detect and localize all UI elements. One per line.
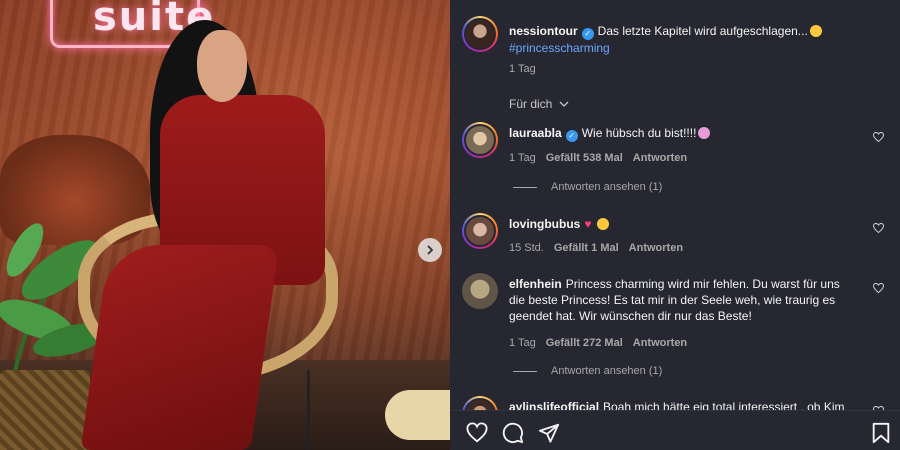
verified-badge-icon: ✓	[581, 28, 594, 40]
comment-likes[interactable]: Gefällt 538 Mal	[546, 152, 623, 164]
view-replies-button[interactable]: Antworten ansehen (1)	[513, 365, 662, 377]
comment-text: Wie hübsch du bist!!!!	[581, 126, 697, 140]
view-replies-label: Antworten ansehen (1)	[551, 181, 663, 193]
comment-like-heart-icon[interactable]	[873, 223, 884, 233]
replies-divider	[513, 186, 537, 188]
heart-eyes-emoji-icon	[596, 218, 609, 230]
comment-like-heart-icon[interactable]	[873, 132, 884, 142]
commenter-username[interactable]: lovingbubus	[509, 217, 580, 231]
reply-button[interactable]: Antworten	[629, 242, 683, 254]
heart-icon[interactable]	[466, 422, 488, 444]
heart-eyes-emoji-icon	[698, 127, 711, 139]
post-photo[interactable]: suite	[0, 0, 450, 450]
verified-badge-icon: ✓	[565, 130, 578, 142]
comment-likes[interactable]: Gefällt 272 Mal	[546, 337, 623, 349]
view-replies-button[interactable]: Antworten ansehen (1)	[513, 181, 662, 193]
comments-list[interactable]: lauraabla ✓ Wie hübsch du bist!!!! 1 Tag Ge…	[450, 110, 900, 410]
red-suit-trousers	[80, 245, 280, 450]
hashtag-link[interactable]: #princesscharming	[509, 41, 610, 55]
caption-text: Das letzte Kapitel wird aufgeschlagen...	[597, 24, 808, 38]
commenter-avatar[interactable]	[462, 396, 498, 410]
commenter-username[interactable]: aylinslifeofficial	[509, 400, 599, 410]
pink-heart-emoji-icon: ♥	[584, 217, 592, 231]
commenter-avatar[interactable]	[462, 122, 498, 158]
commenter-avatar[interactable]	[462, 273, 498, 309]
commenter-username[interactable]: elfenhein	[509, 277, 562, 291]
comment-likes[interactable]: Gefällt 1 Mal	[554, 242, 619, 254]
pleading-face-icon	[809, 25, 822, 37]
replies-divider	[513, 370, 537, 372]
woman-face	[197, 30, 247, 102]
post-action-bar	[450, 410, 900, 450]
chevron-right-icon	[427, 245, 434, 255]
reply-button[interactable]: Antworten	[633, 337, 687, 349]
commenter-avatar[interactable]	[462, 213, 498, 249]
comment-like-heart-icon[interactable]	[873, 283, 884, 293]
chevron-down-icon	[559, 101, 569, 107]
side-table	[385, 390, 450, 440]
next-photo-button[interactable]	[418, 238, 442, 262]
bookmark-icon[interactable]	[870, 422, 892, 444]
comment-sort-dropdown[interactable]: Für dich	[509, 97, 569, 111]
post-time[interactable]: 1 Tag	[509, 63, 536, 75]
share-icon[interactable]	[538, 422, 560, 444]
comment-time[interactable]: 1 Tag	[509, 152, 536, 164]
reply-button[interactable]: Antworten	[633, 152, 687, 164]
sort-label: Für dich	[509, 97, 553, 111]
plant-basket	[0, 370, 90, 450]
comment-icon[interactable]	[502, 422, 524, 444]
author-avatar[interactable]	[462, 16, 498, 52]
commenter-username[interactable]: lauraabla	[509, 126, 562, 140]
post-detail-panel: nessiontour ✓ Das letzte Kapitel wird aufg…	[450, 0, 900, 450]
comment-time[interactable]: 15 Std.	[509, 242, 544, 254]
author-username[interactable]: nessiontour	[509, 24, 578, 38]
comment-text: Boah mich hätte eig total interessiert ,…	[603, 400, 845, 410]
view-replies-label: Antworten ansehen (1)	[551, 365, 663, 377]
comment-time[interactable]: 1 Tag	[509, 337, 536, 349]
